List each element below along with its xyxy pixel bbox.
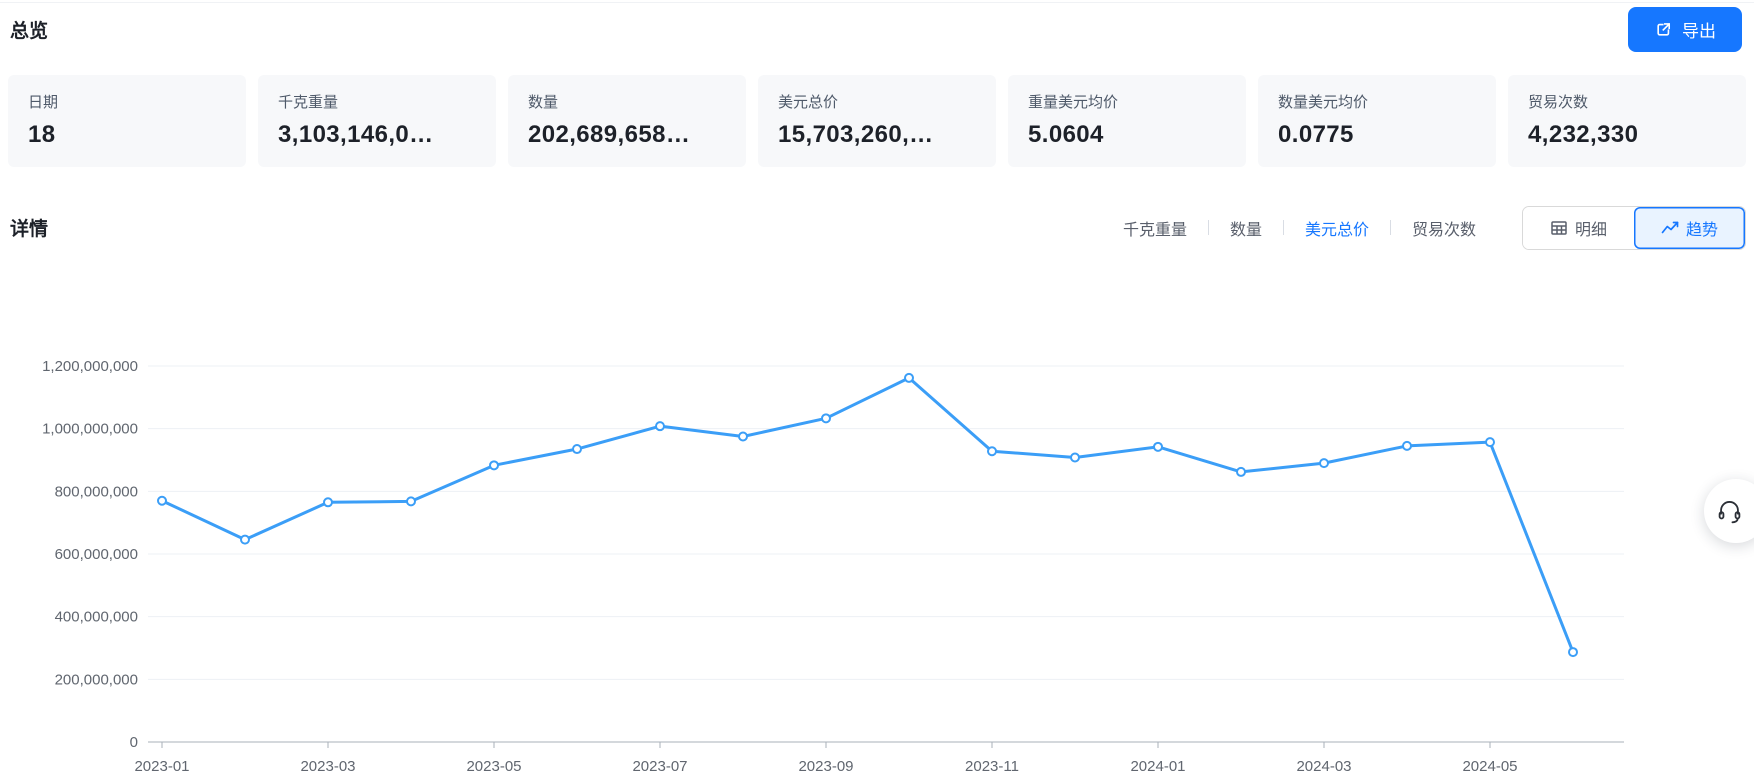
data-point-2024-02[interactable]: [1236, 466, 1246, 477]
overview-page: 总览 导出 日期 18 千克重量 3,103,146,0… 数量 202,689…: [0, 0, 1754, 784]
top-divider: [0, 2, 1754, 3]
stat-card-trade-count: 贸易次数 4,232,330: [1508, 75, 1746, 167]
y-axis-tick-label: 800,000,000: [55, 483, 138, 500]
trend-icon: [1661, 219, 1679, 237]
tab-quantity[interactable]: 数量: [1230, 216, 1262, 240]
data-point-2023-07[interactable]: [655, 421, 665, 432]
stat-card-label: 日期: [28, 94, 59, 111]
page-title: 总览: [10, 21, 49, 42]
x-axis-tick-label: 2023-05: [466, 758, 521, 775]
data-point-2023-08[interactable]: [738, 431, 748, 442]
export-icon: [1654, 20, 1673, 39]
stat-card-value: 4,232,330: [1528, 121, 1639, 148]
stat-card-label: 美元总价: [778, 94, 839, 111]
trend-chart[interactable]: 0 200,000,000 400,000,000 600,000,000 800,00…: [0, 280, 1754, 784]
data-point-2023-09[interactable]: [821, 413, 831, 424]
data-point-2023-06[interactable]: [572, 444, 582, 455]
stat-card-label: 数量美元均价: [1278, 94, 1369, 111]
tab-usd-total[interactable]: 美元总价: [1305, 216, 1369, 240]
view-toggle-detail-label: 明细: [1574, 221, 1607, 239]
view-toggle: 明细 趋势: [1522, 205, 1746, 250]
data-point-2023-03[interactable]: [323, 497, 333, 508]
data-point-2023-02[interactable]: [240, 534, 250, 545]
x-axis-tick-label: 2024-03: [1296, 758, 1351, 775]
x-axis-tick-label: 2023-07: [632, 758, 687, 775]
x-axis-tick-label: 2023-09: [798, 758, 853, 775]
data-point-2024-04[interactable]: [1402, 440, 1412, 451]
data-point-2023-11[interactable]: [987, 446, 997, 457]
table-icon: [1550, 219, 1568, 237]
headset-icon: [1716, 498, 1743, 525]
stat-card-label: 数量: [528, 94, 559, 111]
tab-separator: [1207, 220, 1209, 235]
trend-line: [160, 376, 1575, 654]
data-point-2023-05[interactable]: [489, 460, 499, 471]
y-axis-tick-label: 200,000,000: [55, 671, 138, 688]
stat-card-weight-avg-price: 重量美元均价 5.0604: [1008, 75, 1246, 167]
x-axis-tick-label: 2023-11: [965, 758, 1019, 775]
stat-card-value: 202,689,658…: [528, 121, 691, 148]
details-title: 详情: [10, 219, 49, 240]
tab-kg-weight[interactable]: 千克重量: [1123, 216, 1187, 240]
view-toggle-trend[interactable]: 趋势: [1634, 206, 1745, 249]
view-toggle-trend-label: 趋势: [1685, 221, 1718, 239]
trend-chart-svg: 0 200,000,000 400,000,000 600,000,000 800,00…: [42, 358, 1624, 775]
x-axis-tick-label: 2024-05: [1462, 758, 1517, 775]
stat-card-value: 3,103,146,0…: [278, 121, 434, 148]
stat-card-date: 日期 18: [8, 75, 246, 167]
data-point-2023-01[interactable]: [157, 495, 167, 506]
stat-card-quantity-avg-price: 数量美元均价 0.0775: [1258, 75, 1496, 167]
data-point-2024-06[interactable]: [1568, 647, 1578, 658]
stat-card-value: 15,703,260,…: [778, 121, 934, 148]
x-axis-tick-label: 2023-03: [300, 758, 355, 775]
stat-card-value: 18: [28, 121, 56, 148]
data-point-2024-01[interactable]: [1153, 441, 1163, 452]
y-axis-tick-label: 1,000,000,000: [42, 421, 138, 438]
view-toggle-detail[interactable]: 明细: [1523, 206, 1634, 249]
tab-separator: [1282, 220, 1284, 235]
stat-card-value: 5.0604: [1028, 121, 1104, 148]
x-axis-tick-label: 2023-01: [134, 758, 189, 775]
tab-trade-count[interactable]: 贸易次数: [1412, 216, 1476, 240]
y-axis-tick-label: 600,000,000: [55, 546, 138, 563]
stat-cards-row: 日期 18 千克重量 3,103,146,0… 数量 202,689,658… …: [8, 75, 1746, 167]
y-axis-tick-label: 0: [130, 734, 138, 751]
stat-card-label: 重量美元均价: [1028, 94, 1119, 111]
export-button[interactable]: 导出: [1628, 7, 1742, 52]
data-point-2023-10[interactable]: [904, 372, 914, 383]
stat-card-kg-weight: 千克重量 3,103,146,0…: [258, 75, 496, 167]
data-point-2023-04[interactable]: [406, 496, 416, 507]
stat-card-value: 0.0775: [1278, 121, 1354, 148]
data-point-2023-12[interactable]: [1070, 452, 1080, 463]
y-axis-tick-label: 1,200,000,000: [42, 358, 138, 375]
stat-card-label: 贸易次数: [1528, 94, 1589, 111]
stat-card-quantity: 数量 202,689,658…: [508, 75, 746, 167]
data-point-2024-03[interactable]: [1319, 458, 1329, 469]
stat-card-label: 千克重量: [278, 94, 339, 111]
x-axis-tick-label: 2024-01: [1130, 758, 1185, 775]
data-point-2024-05[interactable]: [1485, 437, 1495, 448]
tab-separator: [1389, 220, 1391, 235]
details-header-row: 详情 千克重量 数量 美元总价 贸易次数 明细 趋势: [10, 205, 1746, 250]
y-axis-tick-label: 400,000,000: [55, 609, 138, 626]
stat-card-usd-total: 美元总价 15,703,260,…: [758, 75, 996, 167]
metric-tabs: 千克重量 数量 美元总价 贸易次数: [1123, 216, 1476, 240]
export-button-label: 导出: [1682, 22, 1716, 41]
